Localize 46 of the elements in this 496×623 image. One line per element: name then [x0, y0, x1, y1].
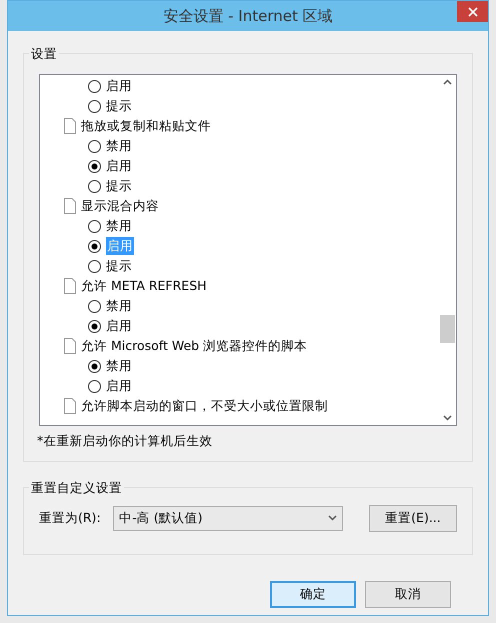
radio-button[interactable] [88, 160, 101, 172]
setting-title: 允许脚本启动的窗口，不受大小或位置限制 [81, 396, 328, 415]
radio-label[interactable]: 启用 [106, 376, 132, 396]
document-icon [64, 338, 76, 354]
setting-title: 拖放或复制和粘贴文件 [81, 116, 211, 135]
scroll-thumb[interactable] [440, 315, 455, 343]
radio-button[interactable] [88, 100, 101, 112]
window-title: 安全设置 - Internet 区域 [163, 6, 333, 27]
reset-button[interactable]: 重置(E)... [368, 504, 458, 532]
setting-title: 允许 Microsoft Web 浏览器控件的脚本 [81, 336, 308, 355]
dropdown-icon [328, 515, 337, 522]
radio-button[interactable] [88, 300, 101, 312]
radio-button[interactable] [88, 380, 101, 392]
radio-button[interactable] [88, 80, 101, 92]
radio-button[interactable] [88, 320, 101, 332]
radio-button[interactable] [88, 140, 101, 152]
radio-button[interactable] [88, 240, 101, 252]
scroll-down-icon[interactable] [443, 415, 452, 421]
footnote: *在重新启动你的计算机后生效 [37, 432, 214, 450]
reset-dropdown[interactable]: 中-高 (默认值) [113, 506, 343, 531]
radio-label[interactable]: 提示 [106, 96, 132, 116]
radio-label[interactable]: 禁用 [106, 216, 132, 236]
radio-button[interactable] [88, 180, 101, 192]
field-label: 重置为(R): [39, 508, 102, 527]
radio-label[interactable]: 禁用 [106, 296, 132, 316]
scroll-up-icon[interactable] [443, 79, 452, 85]
radio-label[interactable]: 启用 [106, 76, 132, 96]
radio-button[interactable] [88, 360, 101, 372]
close-icon [468, 6, 478, 16]
close-button[interactable] [457, 1, 488, 22]
radio-label[interactable]: 提示 [106, 256, 132, 276]
radio-label[interactable]: 禁用 [106, 136, 132, 156]
radio-label[interactable]: 禁用 [106, 356, 132, 376]
setting-title: 显示混合内容 [81, 196, 159, 215]
radio-label[interactable]: 启用 [106, 156, 132, 176]
radio-label[interactable]: 提示 [106, 176, 132, 196]
radio-button[interactable] [88, 220, 101, 232]
radio-button[interactable] [88, 260, 101, 272]
dialog-button[interactable]: 确定 [270, 580, 356, 608]
document-icon [64, 278, 76, 294]
document-icon [64, 118, 76, 134]
dialog-button[interactable]: 取消 [365, 580, 451, 608]
radio-label[interactable]: 启用 [106, 316, 132, 336]
document-icon [64, 398, 76, 414]
document-icon [64, 198, 76, 214]
setting-title: 允许 META REFRESH [81, 276, 207, 295]
